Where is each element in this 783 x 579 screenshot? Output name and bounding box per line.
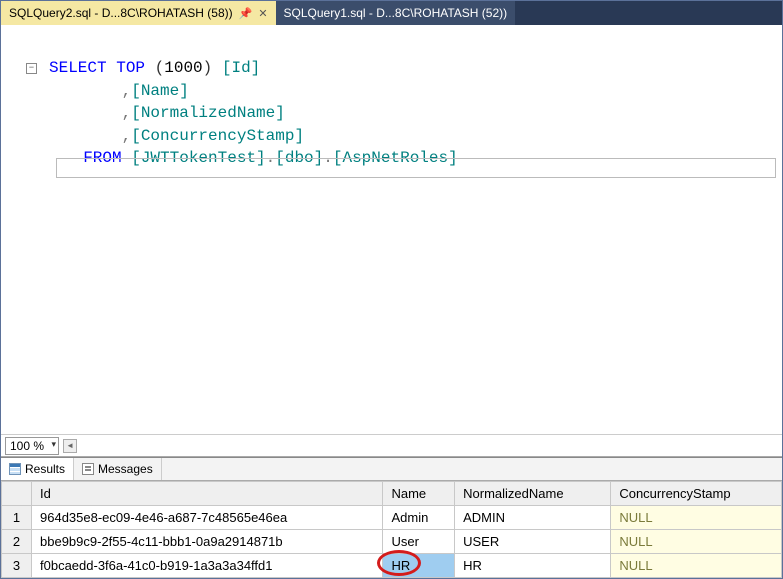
column-name: [Name] — [131, 82, 189, 100]
cell-concurrencystamp[interactable]: NULL — [611, 554, 782, 578]
keyword-from: FROM — [83, 149, 121, 167]
pin-icon[interactable]: 📌 — [239, 7, 253, 20]
row-number[interactable]: 2 — [2, 530, 32, 554]
keyword-top: TOP — [116, 59, 145, 77]
cell-name[interactable]: Admin — [383, 506, 455, 530]
cell-normalizedname[interactable]: USER — [455, 530, 611, 554]
table-row[interactable]: 2 bbe9b9c9-2f55-4c11-bbb1-0a9a2914871b U… — [2, 530, 782, 554]
row-number-header[interactable] — [2, 482, 32, 506]
table-header-row: Id Name NormalizedName ConcurrencyStamp — [2, 482, 782, 506]
zoom-dropdown[interactable]: 100 % — [5, 437, 59, 455]
cell-normalizedname[interactable]: ADMIN — [455, 506, 611, 530]
col-header-name[interactable]: Name — [383, 482, 455, 506]
tab-sqlquery1[interactable]: SQLQuery1.sql - D...8C\ROHATASH (52)) — [276, 1, 516, 25]
tab-messages[interactable]: Messages — [74, 458, 162, 480]
fold-toggle-icon[interactable]: − — [26, 63, 37, 74]
cell-name[interactable]: User — [383, 530, 455, 554]
results-grid-icon — [9, 463, 21, 475]
cell-id[interactable]: f0bcaedd-3f6a-41c0-b919-1a3a3a34ffd1 — [32, 554, 383, 578]
sql-editor[interactable]: −SELECT TOP (1000) [Id] ,[Name] ,[Normal… — [1, 25, 782, 434]
column-normalizedname: [NormalizedName] — [131, 104, 285, 122]
table-row[interactable]: 3 f0bcaedd-3f6a-41c0-b919-1a3a3a34ffd1 H… — [2, 554, 782, 578]
results-grid: Id Name NormalizedName ConcurrencyStamp … — [1, 481, 782, 578]
cell-id[interactable]: 964d35e8-ec09-4e46-a687-7c48565e46ea — [32, 506, 383, 530]
messages-icon — [82, 463, 94, 475]
tab-results[interactable]: Results — [1, 458, 74, 480]
results-tab-label: Results — [25, 462, 65, 476]
schema-name: [dbo] — [275, 149, 323, 167]
cell-concurrencystamp[interactable]: NULL — [611, 530, 782, 554]
table-name: [AspNetRoles] — [333, 149, 458, 167]
editor-status-bar: 100 % ◄ — [1, 434, 782, 456]
keyword-select: SELECT — [49, 59, 107, 77]
column-concurrencystamp: [ConcurrencyStamp] — [131, 127, 304, 145]
cell-id[interactable]: bbe9b9c9-2f55-4c11-bbb1-0a9a2914871b — [32, 530, 383, 554]
tab-sqlquery2[interactable]: SQLQuery2.sql - D...8C\ROHATASH (58)) 📌 … — [1, 1, 276, 25]
tab-label: SQLQuery2.sql - D...8C\ROHATASH (58)) — [9, 6, 233, 20]
tab-label: SQLQuery1.sql - D...8C\ROHATASH (52)) — [284, 6, 508, 20]
sql-editor-pane: −SELECT TOP (1000) [Id] ,[Name] ,[Normal… — [1, 25, 782, 457]
results-table[interactable]: Id Name NormalizedName ConcurrencyStamp … — [1, 481, 782, 578]
cell-concurrencystamp[interactable]: NULL — [611, 506, 782, 530]
literal-number: 1000 — [164, 59, 202, 77]
table-row[interactable]: 1 964d35e8-ec09-4e46-a687-7c48565e46ea A… — [2, 506, 782, 530]
col-header-concurrencystamp[interactable]: ConcurrencyStamp — [611, 482, 782, 506]
cell-name-selected[interactable]: HR — [383, 554, 455, 578]
close-icon[interactable]: ✕ — [258, 7, 267, 20]
database-name: [JWTTokenTest] — [131, 149, 265, 167]
row-number[interactable]: 1 — [2, 506, 32, 530]
col-header-id[interactable]: Id — [32, 482, 383, 506]
results-tab-bar: Results Messages — [1, 457, 782, 481]
scroll-left-icon[interactable]: ◄ — [63, 439, 77, 453]
column-id: [Id] — [222, 59, 260, 77]
cell-value: HR — [391, 558, 410, 573]
col-header-normalizedname[interactable]: NormalizedName — [455, 482, 611, 506]
zoom-value: 100 % — [10, 439, 44, 453]
document-tab-bar: SQLQuery2.sql - D...8C\ROHATASH (58)) 📌 … — [1, 1, 782, 25]
messages-tab-label: Messages — [98, 462, 153, 476]
row-number[interactable]: 3 — [2, 554, 32, 578]
cell-normalizedname[interactable]: HR — [455, 554, 611, 578]
